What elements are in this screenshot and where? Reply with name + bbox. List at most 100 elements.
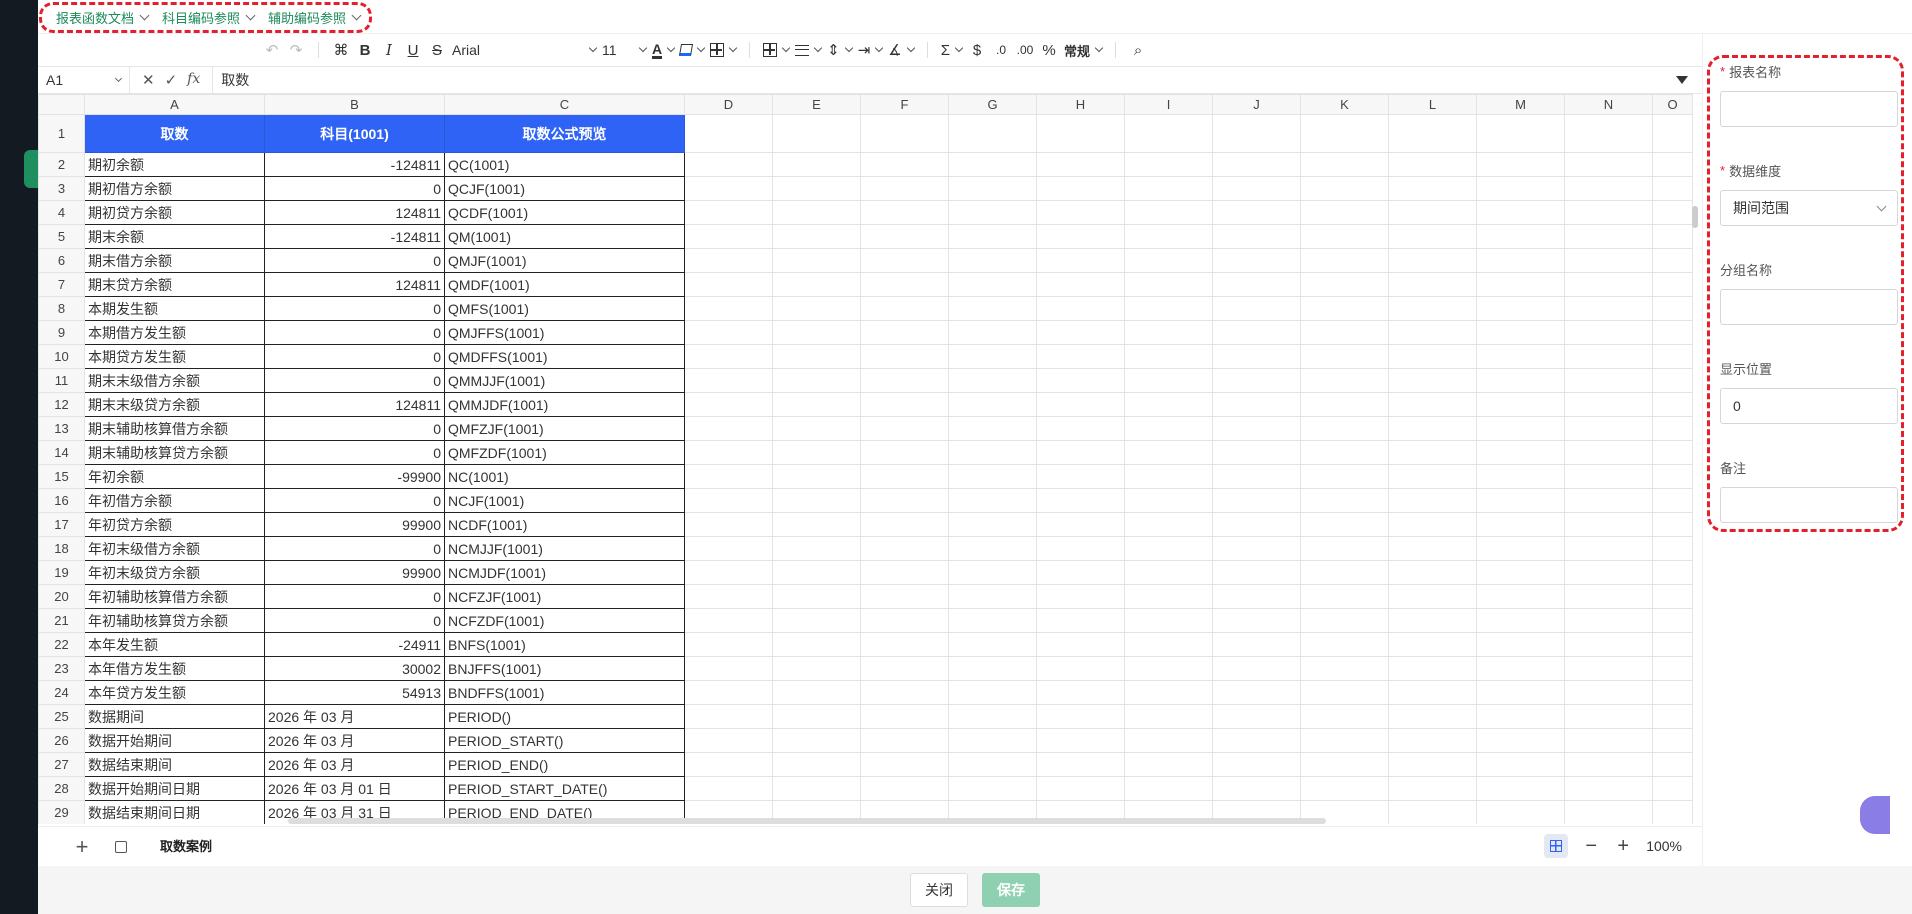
empty-cell[interactable] [1476,296,1565,321]
cell-b[interactable]: 0 [264,296,445,321]
empty-cell[interactable] [948,248,1037,273]
empty-cell[interactable] [1652,776,1693,801]
empty-cell[interactable] [1300,114,1389,153]
empty-cell[interactable] [684,632,773,657]
cell-b[interactable]: 124811 [264,272,445,297]
empty-cell[interactable] [1124,488,1213,513]
column-header[interactable]: C [444,94,685,115]
empty-cell[interactable] [948,176,1037,201]
empty-cell[interactable] [860,656,949,681]
cell-b[interactable]: 0 [264,248,445,273]
empty-cell[interactable] [1652,416,1693,441]
empty-cell[interactable] [772,440,861,465]
empty-cell[interactable] [948,344,1037,369]
empty-cell[interactable] [772,704,861,729]
empty-cell[interactable] [860,344,949,369]
cell-b[interactable]: 124811 [264,392,445,417]
empty-cell[interactable] [684,176,773,201]
formula-input[interactable]: 取数 [212,67,1676,93]
cell-a[interactable]: 年初辅助核算借方余额 [84,584,265,609]
empty-cell[interactable] [948,488,1037,513]
format-painter-icon[interactable]: ⌘ [329,37,353,63]
empty-cell[interactable] [948,416,1037,441]
empty-cell[interactable] [1212,200,1301,225]
empty-cell[interactable] [1388,114,1477,153]
empty-cell[interactable] [1388,152,1477,177]
column-header[interactable]: F [860,94,949,115]
empty-cell[interactable] [1212,114,1301,153]
empty-cell[interactable] [1212,152,1301,177]
empty-cell[interactable] [948,200,1037,225]
empty-cell[interactable] [1124,248,1213,273]
empty-cell[interactable] [1300,584,1389,609]
empty-cell[interactable] [1652,464,1693,489]
empty-cell[interactable] [772,632,861,657]
cell-a[interactable]: 期初贷方余额 [84,200,265,225]
empty-cell[interactable] [948,608,1037,633]
empty-cell[interactable] [1300,344,1389,369]
empty-cell[interactable] [1388,512,1477,537]
cell-c[interactable]: BNJFFS(1001) [444,656,685,681]
cell-c[interactable]: QMFS(1001) [444,296,685,321]
empty-cell[interactable] [1388,560,1477,585]
cell-b[interactable]: 0 [264,416,445,441]
cell-c[interactable]: QMJF(1001) [444,248,685,273]
empty-cell[interactable] [1388,296,1477,321]
empty-cell[interactable] [1652,440,1693,465]
empty-cell[interactable] [1564,176,1653,201]
empty-cell[interactable] [684,272,773,297]
empty-cell[interactable] [1036,344,1125,369]
empty-cell[interactable] [860,512,949,537]
vertical-align-button[interactable]: ⇕ [824,37,855,63]
cell-c[interactable]: NC(1001) [444,464,685,489]
empty-cell[interactable] [1564,536,1653,561]
empty-cell[interactable] [684,464,773,489]
empty-cell[interactable] [1476,728,1565,753]
cell-a[interactable]: 期末末级借方余额 [84,368,265,393]
column-header[interactable]: O [1652,94,1693,115]
empty-cell[interactable] [772,488,861,513]
empty-cell[interactable] [860,776,949,801]
empty-cell[interactable] [1476,752,1565,777]
empty-cell[interactable] [1300,512,1389,537]
row-header[interactable]: 26 [38,728,85,753]
empty-cell[interactable] [948,584,1037,609]
empty-cell[interactable] [1300,752,1389,777]
cell-b[interactable]: 2026 年 03 月 [264,704,445,729]
empty-cell[interactable] [1212,776,1301,801]
cell-c[interactable]: QMMJDF(1001) [444,392,685,417]
empty-cell[interactable] [1476,584,1565,609]
cell-b[interactable]: -24911 [264,632,445,657]
empty-cell[interactable] [1564,512,1653,537]
row-header[interactable]: 1 [38,114,85,153]
empty-cell[interactable] [1124,176,1213,201]
sheet-tab-active[interactable]: 取数案例 [150,830,223,863]
empty-cell[interactable] [1652,656,1693,681]
empty-cell[interactable] [1476,488,1565,513]
cell-b[interactable]: -124811 [264,152,445,177]
cell-b[interactable]: 0 [264,176,445,201]
empty-cell[interactable] [1388,368,1477,393]
empty-cell[interactable] [1124,560,1213,585]
empty-cell[interactable] [1564,776,1653,801]
column-header[interactable]: M [1476,94,1565,115]
empty-cell[interactable] [1300,320,1389,345]
empty-cell[interactable] [1124,464,1213,489]
empty-cell[interactable] [684,114,773,153]
header-cell-a[interactable]: 取数 [84,114,265,153]
cell-c[interactable]: NCJF(1001) [444,488,685,513]
cell-a[interactable]: 年初辅助核算贷方余额 [84,608,265,633]
empty-cell[interactable] [1212,680,1301,705]
empty-cell[interactable] [684,200,773,225]
cell-b[interactable]: 2026 年 03 月 [264,752,445,777]
cell-a[interactable]: 期末余额 [84,224,265,249]
empty-cell[interactable] [1476,114,1565,153]
empty-cell[interactable] [1388,440,1477,465]
empty-cell[interactable] [860,440,949,465]
empty-cell[interactable] [1212,488,1301,513]
empty-cell[interactable] [1476,608,1565,633]
empty-cell[interactable] [1124,368,1213,393]
empty-cell[interactable] [1300,776,1389,801]
merge-cells-button[interactable] [760,37,792,63]
empty-cell[interactable] [1124,416,1213,441]
